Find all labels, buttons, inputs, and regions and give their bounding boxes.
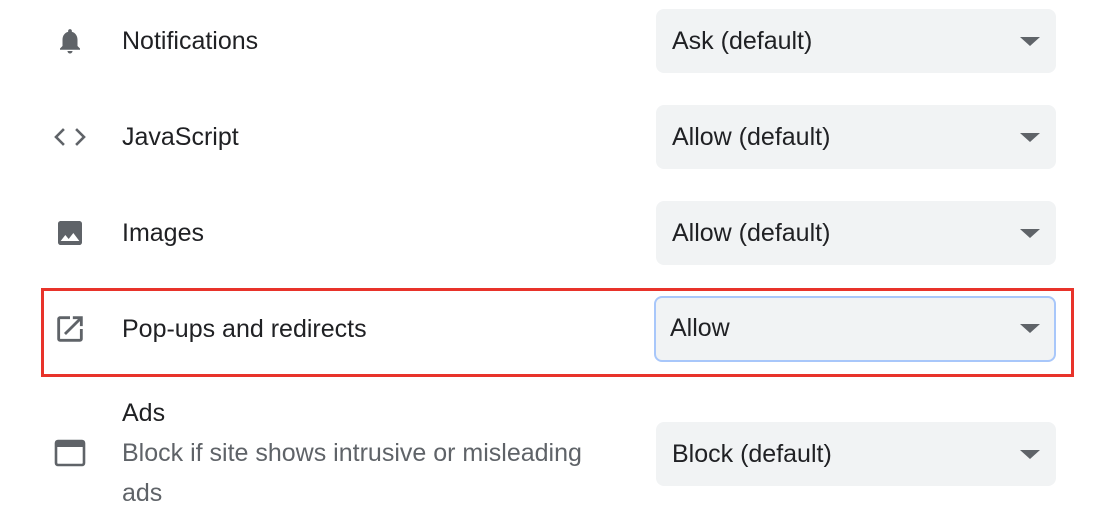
notifications-select[interactable]: Ask (default) xyxy=(656,9,1056,73)
popups-select[interactable]: Allow xyxy=(654,296,1056,362)
permission-description: Block if site shows intrusive or mislead… xyxy=(122,439,582,507)
permission-row-images: Images Allow (default) xyxy=(0,201,1094,265)
caret-down-icon xyxy=(1020,324,1040,333)
select-value: Allow xyxy=(670,314,730,342)
permission-label: JavaScript xyxy=(122,123,239,151)
javascript-select[interactable]: Allow (default) xyxy=(656,105,1056,169)
ads-select[interactable]: Block (default) xyxy=(656,422,1056,486)
permission-row-ads: Ads Block if site shows intrusive or mis… xyxy=(0,395,1094,515)
select-value: Allow (default) xyxy=(672,219,831,247)
select-value: Ask (default) xyxy=(672,27,813,55)
caret-down-icon xyxy=(1020,133,1040,142)
images-select[interactable]: Allow (default) xyxy=(656,201,1056,265)
select-value: Block (default) xyxy=(672,440,832,468)
permission-label: Pop-ups and redirects xyxy=(122,315,367,343)
caret-down-icon xyxy=(1020,229,1040,238)
web-window-icon xyxy=(50,433,90,473)
open-in-new-icon xyxy=(50,309,90,349)
bell-icon xyxy=(50,21,90,61)
permission-row-javascript: JavaScript Allow (default) xyxy=(0,105,1094,169)
permission-label: Images xyxy=(122,219,204,247)
permission-row-notifications: Notifications Ask (default) xyxy=(0,9,1094,73)
caret-down-icon xyxy=(1020,37,1040,46)
permission-row-popups: Pop-ups and redirects Allow xyxy=(0,296,1094,362)
permission-label: Ads xyxy=(122,399,166,427)
permission-label: Notifications xyxy=(122,27,259,55)
code-icon xyxy=(50,117,90,157)
select-value: Allow (default) xyxy=(672,123,831,151)
image-icon xyxy=(50,213,90,253)
caret-down-icon xyxy=(1020,450,1040,459)
site-settings-permissions: Notifications Ask (default) JavaScript A… xyxy=(0,0,1094,522)
